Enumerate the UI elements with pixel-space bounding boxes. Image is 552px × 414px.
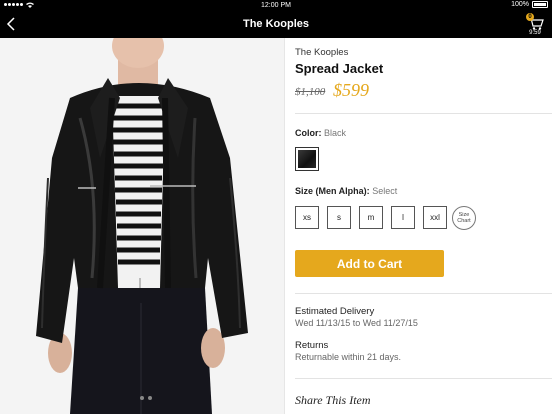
image-pager[interactable] bbox=[140, 396, 152, 400]
color-label: Color: Black bbox=[295, 128, 346, 138]
size-value: Select bbox=[372, 186, 398, 196]
divider bbox=[295, 293, 552, 294]
product-image[interactable] bbox=[0, 38, 284, 414]
returns-value: Returnable within 21 days. bbox=[295, 352, 402, 362]
size-option-l[interactable]: l bbox=[391, 206, 415, 229]
returns-title: Returns bbox=[295, 340, 329, 351]
sale-price: $599 bbox=[333, 80, 369, 100]
cart-count-badge: 0 bbox=[526, 13, 534, 21]
product-details-panel: The Kooples Spread Jacket $1,100 $599 Co… bbox=[285, 38, 552, 414]
delivery-value: Wed 11/13/15 to Wed 11/27/15 bbox=[295, 318, 418, 328]
page-title: The Kooples bbox=[242, 18, 309, 30]
color-swatch-black[interactable] bbox=[295, 147, 319, 171]
product-brand: The Kooples bbox=[295, 47, 349, 58]
status-right: 100% bbox=[511, 1, 548, 8]
battery-percent: 100% bbox=[511, 1, 529, 8]
color-label-key: Color: bbox=[295, 128, 322, 138]
color-value: Black bbox=[324, 128, 347, 138]
share-title: Share This Item bbox=[295, 393, 371, 407]
product-name: Spread Jacket bbox=[295, 61, 384, 76]
add-to-cart-button[interactable]: Add to Cart bbox=[295, 250, 444, 277]
nav-bar: The Kooples 0 9:59 bbox=[0, 11, 552, 38]
size-options: xs s m l xxl bbox=[295, 206, 447, 229]
size-option-xxl[interactable]: xxl bbox=[423, 206, 447, 229]
size-option-xs[interactable]: xs bbox=[295, 206, 319, 229]
size-option-m[interactable]: m bbox=[359, 206, 383, 229]
delivery-title: Estimated Delivery bbox=[295, 306, 375, 317]
pager-dot[interactable] bbox=[148, 396, 152, 400]
original-price: $1,100 bbox=[295, 86, 326, 98]
size-label: Size (Men Alpha): Select bbox=[295, 186, 397, 196]
cart-timer: 9:59 bbox=[529, 30, 541, 36]
cart-button[interactable]: 0 9:59 bbox=[524, 13, 546, 37]
size-option-s[interactable]: s bbox=[327, 206, 351, 229]
divider bbox=[295, 378, 552, 379]
size-label-key: Size (Men Alpha): bbox=[295, 186, 370, 196]
status-bar: 12:00 PM 100% bbox=[0, 0, 552, 11]
pager-dot[interactable] bbox=[140, 396, 144, 400]
status-time: 12:00 PM bbox=[261, 2, 291, 9]
size-chart-button[interactable]: Size Chart bbox=[452, 206, 476, 230]
battery-icon bbox=[532, 1, 548, 8]
jacket-model-image bbox=[0, 38, 284, 414]
divider bbox=[295, 113, 552, 114]
